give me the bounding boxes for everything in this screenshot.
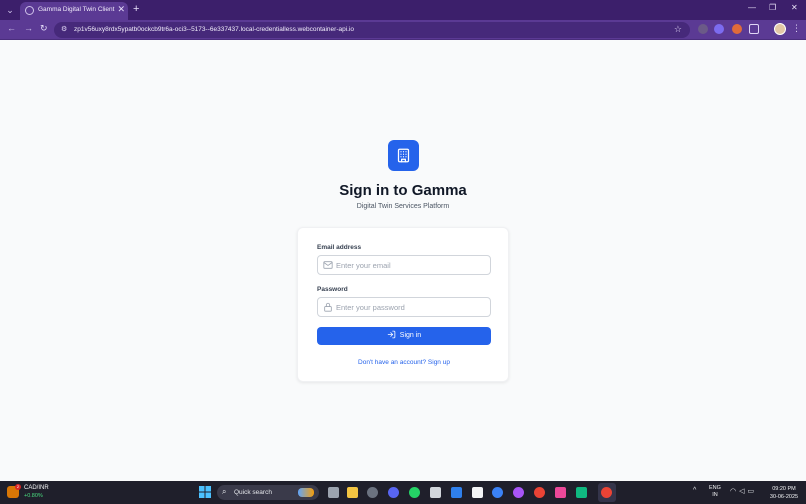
taskbar: 2 CAD/INR +0.80% ⌕ Quick search ^ ENG IN…	[0, 481, 806, 504]
tab-close-icon[interactable]: ✕	[117, 4, 125, 15]
task-view-icon[interactable]	[328, 487, 339, 498]
page-content: Sign in to Gamma Digital Twin Services P…	[0, 41, 806, 481]
mail-app-icon[interactable]	[430, 487, 441, 498]
volume-icon: ◁	[739, 488, 748, 495]
ticker-change: +0.80%	[24, 493, 43, 499]
email-field-wrapper[interactable]	[317, 255, 491, 275]
tab-title: Gamma Digital Twin Client Onb	[38, 6, 116, 13]
password-label: Password	[317, 286, 348, 293]
page-subtitle: Digital Twin Services Platform	[356, 203, 450, 210]
bookmark-star-icon[interactable]: ☆	[674, 24, 682, 35]
tray-status-icons[interactable]: ◠◁▭	[730, 487, 757, 495]
mail-icon	[323, 261, 333, 269]
meet-icon[interactable]	[576, 487, 587, 498]
sign-up-link[interactable]: Don't have an account? Sign up	[298, 359, 510, 366]
email-label: Email address	[317, 244, 362, 251]
sign-in-button[interactable]: Sign in	[317, 327, 491, 345]
new-tab-icon[interactable]: +	[133, 3, 139, 15]
ticker-name[interactable]: CAD/INR	[24, 485, 49, 491]
password-field-wrapper[interactable]	[317, 297, 491, 317]
restore-icon[interactable]: ❐	[769, 3, 776, 12]
notification-badge: 2	[15, 484, 21, 490]
extension-icon[interactable]	[732, 24, 742, 34]
app-logo	[388, 140, 419, 171]
windows-start-icon[interactable]	[199, 486, 211, 498]
github-icon[interactable]	[513, 487, 524, 498]
file-explorer-icon[interactable]	[347, 487, 358, 498]
search-icon: ⌕	[222, 487, 227, 496]
chrome-active-icon[interactable]	[601, 487, 612, 498]
search-label: Quick search	[234, 489, 272, 496]
site-info-icon[interactable]: ⚙	[61, 25, 67, 33]
language-code: ENG	[709, 485, 721, 491]
settings-icon[interactable]	[367, 487, 378, 498]
building-icon	[397, 148, 410, 163]
tab-search-chevron-icon[interactable]: ⌄	[4, 3, 16, 17]
reload-icon[interactable]: ↻	[40, 23, 48, 34]
notion-icon[interactable]	[472, 487, 483, 498]
minimize-icon[interactable]: —	[748, 3, 756, 12]
browser-tab[interactable]: Gamma Digital Twin Client Onb ✕	[20, 2, 128, 20]
clock-date: 30-06-2025	[769, 494, 799, 500]
region-code: IN	[712, 492, 718, 498]
sign-in-card: Email address Password Sign in Don't hav…	[297, 227, 509, 382]
battery-icon: ▭	[747, 488, 758, 495]
extensions-puzzle-icon[interactable]	[749, 24, 759, 34]
forward-icon[interactable]: →	[24, 23, 33, 33]
email-input[interactable]	[336, 258, 486, 272]
tray-overflow-icon[interactable]: ^	[693, 487, 696, 494]
taskbar-search[interactable]: ⌕ Quick search	[217, 485, 319, 500]
extension-icon[interactable]	[714, 24, 724, 34]
log-in-icon	[387, 330, 396, 339]
whatsapp-icon[interactable]	[409, 487, 420, 498]
edge-icon[interactable]	[492, 487, 503, 498]
profile-avatar[interactable]	[774, 23, 786, 35]
system-clock[interactable]: 09:20 PM 30-06-2025	[764, 485, 804, 501]
back-icon[interactable]: ←	[7, 23, 16, 33]
url-text[interactable]: zp1v56uxy8rdx5ypatb0ockcb9tr6a-oci3--517…	[74, 26, 354, 33]
browser-menu-icon[interactable]: ⋮	[792, 23, 801, 34]
vscode-icon[interactable]	[451, 487, 462, 498]
search-highlight-art	[298, 488, 314, 497]
sign-in-label: Sign in	[399, 332, 422, 339]
lock-icon	[324, 302, 332, 312]
close-window-icon[interactable]: ✕	[791, 3, 798, 12]
browser-tab-strip: ⌄ Gamma Digital Twin Client Onb ✕ + — ❐ …	[0, 0, 806, 20]
extension-icon[interactable]	[698, 24, 708, 34]
clock-time: 09:20 PM	[772, 486, 796, 492]
password-input[interactable]	[336, 300, 486, 314]
language-indicator[interactable]: ENG IN	[709, 485, 721, 499]
discord-icon[interactable]	[388, 487, 399, 498]
address-bar[interactable]: ⚙ zp1v56uxy8rdx5ypatb0ockcb9tr6a-oci3--5…	[54, 22, 690, 38]
globe-icon	[25, 6, 34, 15]
photos-icon[interactable]	[555, 487, 566, 498]
chrome-icon[interactable]	[534, 487, 545, 498]
wifi-icon: ◠	[730, 488, 740, 495]
browser-toolbar: ← → ↻ ⚙ zp1v56uxy8rdx5ypatb0ockcb9tr6a-o…	[0, 20, 806, 40]
page-title: Sign in to Gamma	[339, 182, 467, 199]
